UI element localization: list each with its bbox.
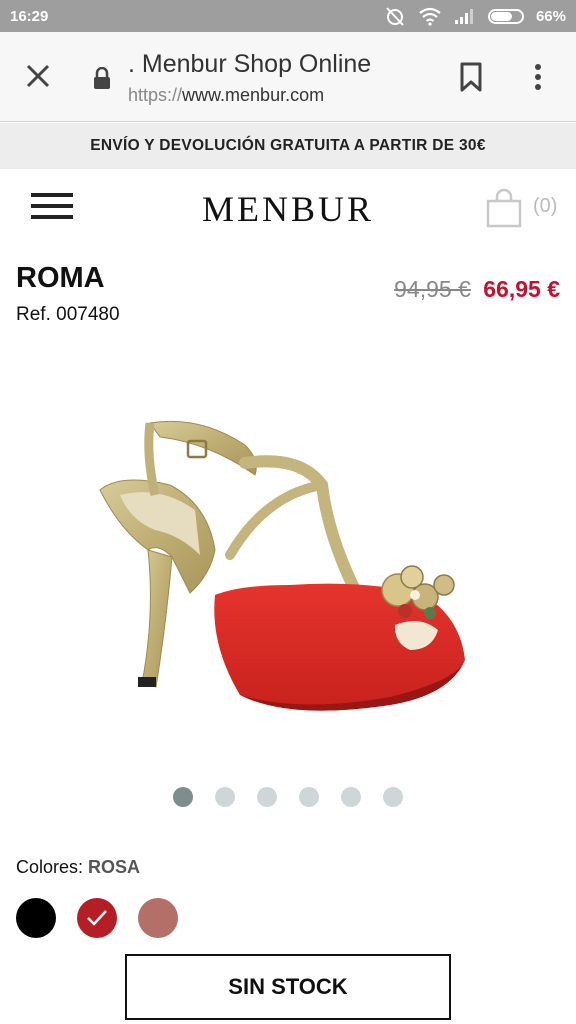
signal-icon — [454, 9, 473, 24]
cart-count[interactable]: (0) — [533, 195, 557, 218]
status-time: 16:29 — [10, 7, 49, 25]
wifi-icon — [419, 7, 441, 26]
color-swatch-rosa[interactable] — [138, 898, 178, 938]
gallery-dot[interactable] — [383, 787, 403, 807]
gallery-dot[interactable] — [341, 787, 361, 807]
gallery-dot[interactable] — [257, 787, 277, 807]
gallery-dot[interactable] — [173, 787, 193, 807]
close-icon[interactable] — [24, 62, 52, 90]
colors-label: Colores: ROSA — [16, 857, 140, 878]
color-swatches — [16, 898, 178, 938]
product-ref: Ref. 007480 — [16, 304, 120, 325]
gallery-dot[interactable] — [215, 787, 235, 807]
product-name: ROMA — [16, 262, 105, 294]
battery-level: 66% — [535, 7, 566, 25]
browser-toolbar: . Menbur Shop Online https://www.menbur.… — [0, 32, 576, 122]
status-bar: 16:29 66% — [0, 0, 576, 32]
check-icon — [87, 910, 107, 926]
gallery-dots — [0, 787, 576, 807]
colors-label-text: Colores: — [16, 857, 84, 877]
product-image[interactable] — [60, 345, 516, 765]
product-prices: 94,95 € 66,95 € — [394, 276, 560, 303]
site-header: MENBUR (0) — [0, 170, 576, 246]
color-swatch-red[interactable] — [77, 898, 117, 938]
page-url[interactable]: https://www.menbur.com — [128, 85, 324, 106]
color-swatch-black[interactable] — [16, 898, 56, 938]
more-options-icon[interactable] — [528, 62, 548, 92]
sin-stock-button[interactable]: SIN STOCK — [125, 954, 451, 1020]
gallery-dot[interactable] — [299, 787, 319, 807]
url-host: www.menbur.com — [182, 85, 325, 105]
battery-icon — [487, 8, 524, 24]
colors-selected: ROSA — [88, 857, 141, 877]
shopping-bag-icon[interactable] — [484, 188, 524, 228]
menu-icon[interactable] — [31, 193, 73, 223]
status-icons: 66% — [384, 5, 566, 27]
alarm-off-icon — [386, 7, 404, 26]
lock-icon — [94, 67, 110, 89]
price-new: 66,95 € — [483, 276, 560, 302]
url-protocol: https:// — [128, 85, 183, 105]
bookmark-icon[interactable] — [458, 62, 484, 92]
page-title: . Menbur Shop Online — [128, 50, 372, 78]
price-old: 94,95 € — [394, 276, 471, 302]
promo-banner: ENVÍO Y DEVOLUCIÓN GRATUITA A PARTIR DE … — [0, 123, 576, 169]
